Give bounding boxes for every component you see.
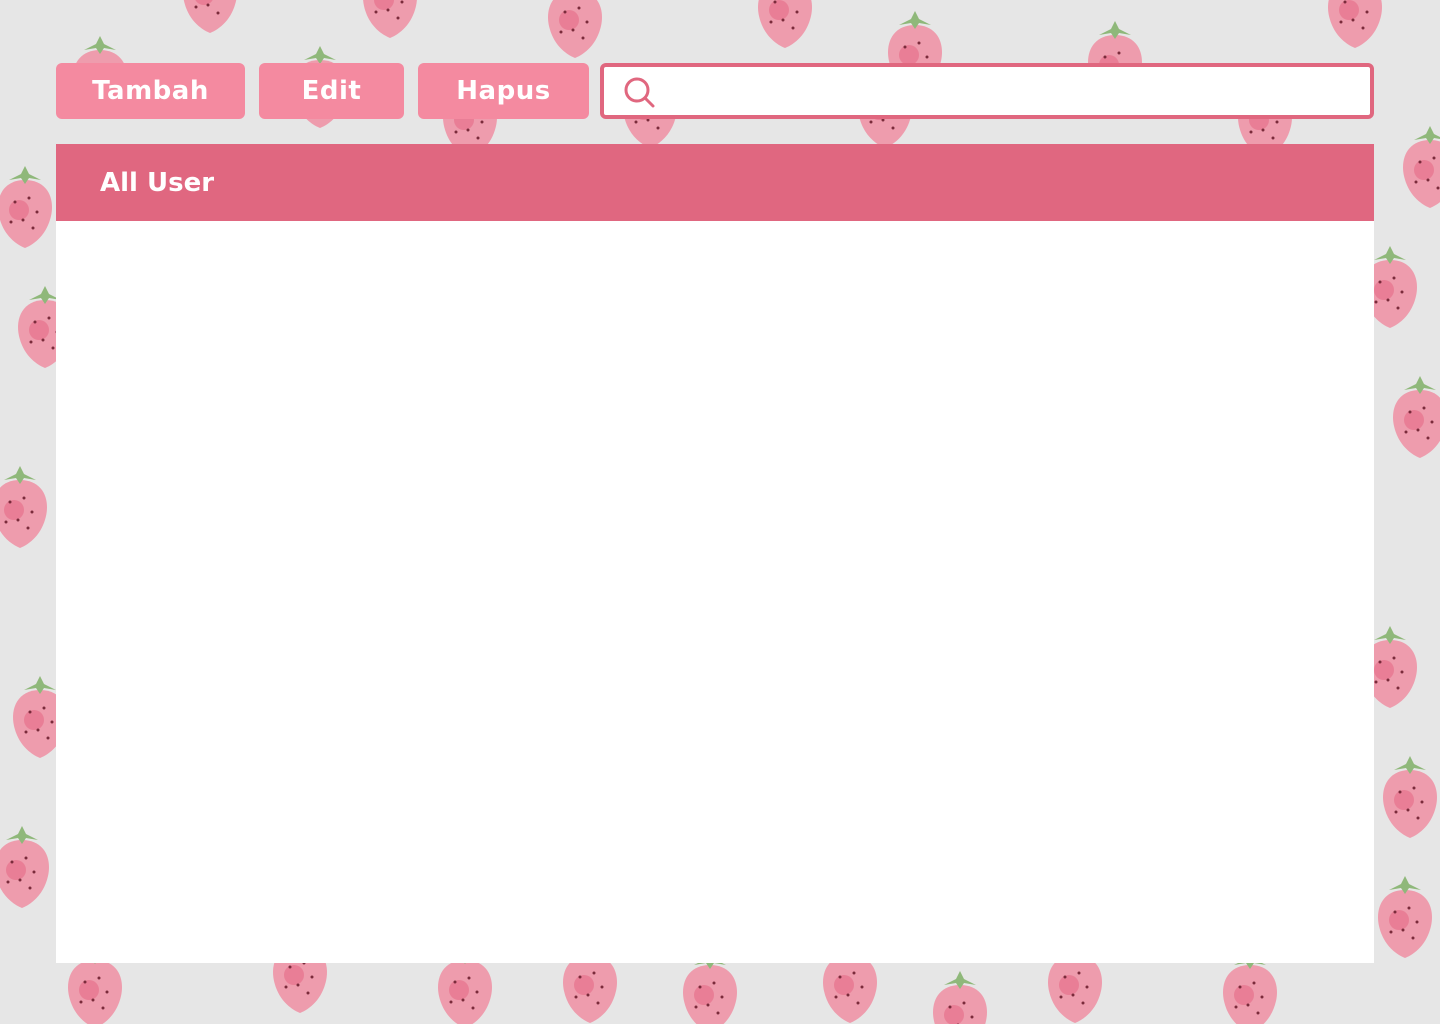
delete-button[interactable]: Hapus bbox=[418, 63, 589, 119]
search-input[interactable] bbox=[668, 67, 1362, 117]
user-list-panel: All User bbox=[56, 144, 1374, 963]
panel-title: All User bbox=[100, 167, 215, 198]
edit-button[interactable]: Edit bbox=[259, 63, 404, 119]
user-list bbox=[56, 221, 1374, 963]
search-bar[interactable] bbox=[600, 63, 1374, 119]
panel-header: All User bbox=[56, 144, 1374, 221]
add-button[interactable]: Tambah bbox=[56, 63, 245, 119]
search-icon bbox=[622, 75, 658, 111]
